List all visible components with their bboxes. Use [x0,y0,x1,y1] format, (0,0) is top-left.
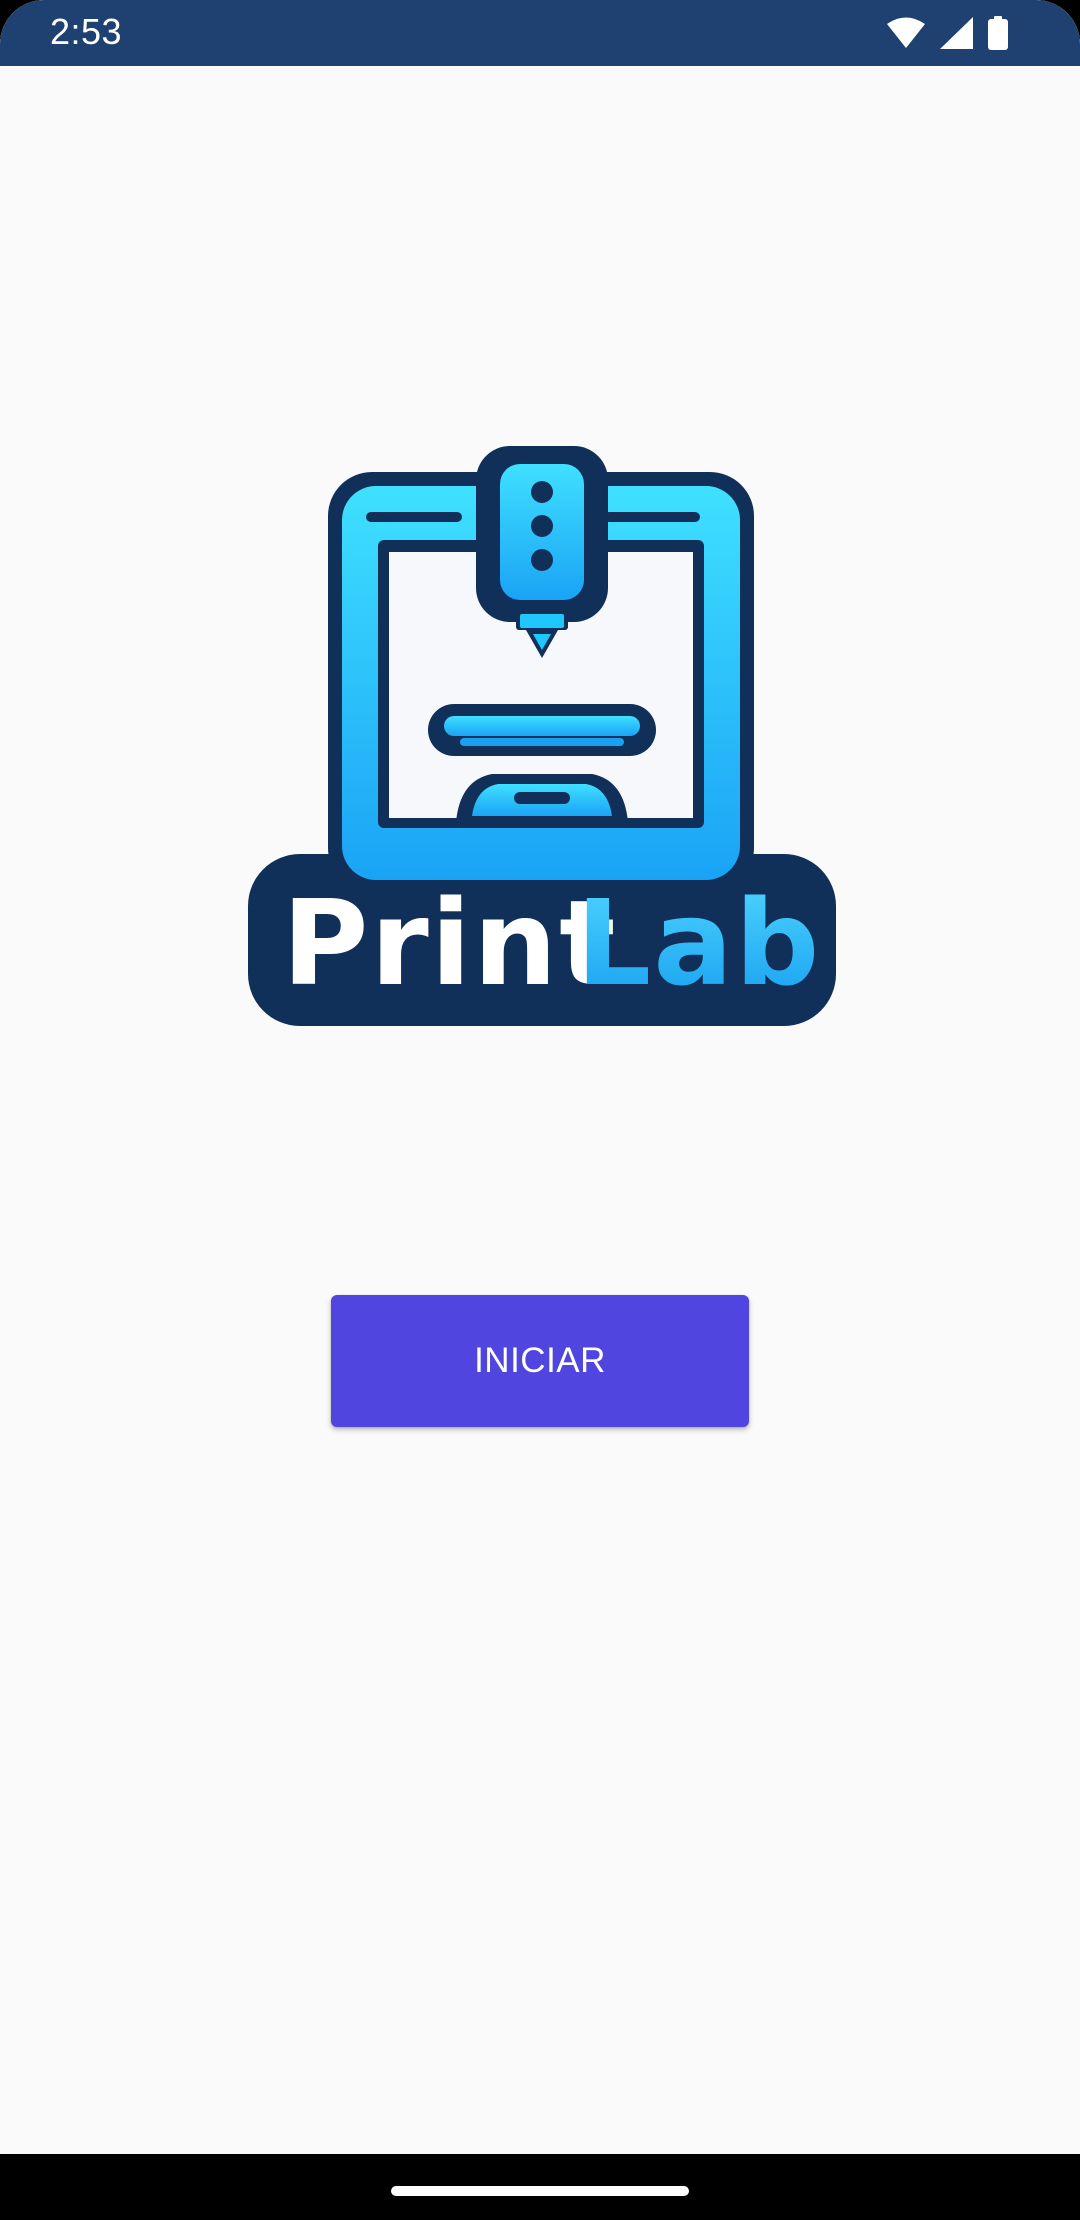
navigation-bar [0,2154,1080,2220]
status-icons [886,16,1008,50]
app-screen: 2:53 Print Lab INICIAR [0,0,1080,2220]
cell-signal-icon [940,17,974,49]
status-time: 2:53 [50,11,123,52]
logo-text-lab: Lab [576,874,821,1012]
start-button[interactable]: INICIAR [331,1295,749,1427]
logo-text-print: Print [282,874,618,1012]
wifi-icon [886,17,926,49]
battery-icon [988,16,1008,50]
status-bar: 2:53 [0,0,1080,66]
home-indicator[interactable] [391,2186,689,2196]
printlab-logo: Print Lab [246,446,838,1032]
